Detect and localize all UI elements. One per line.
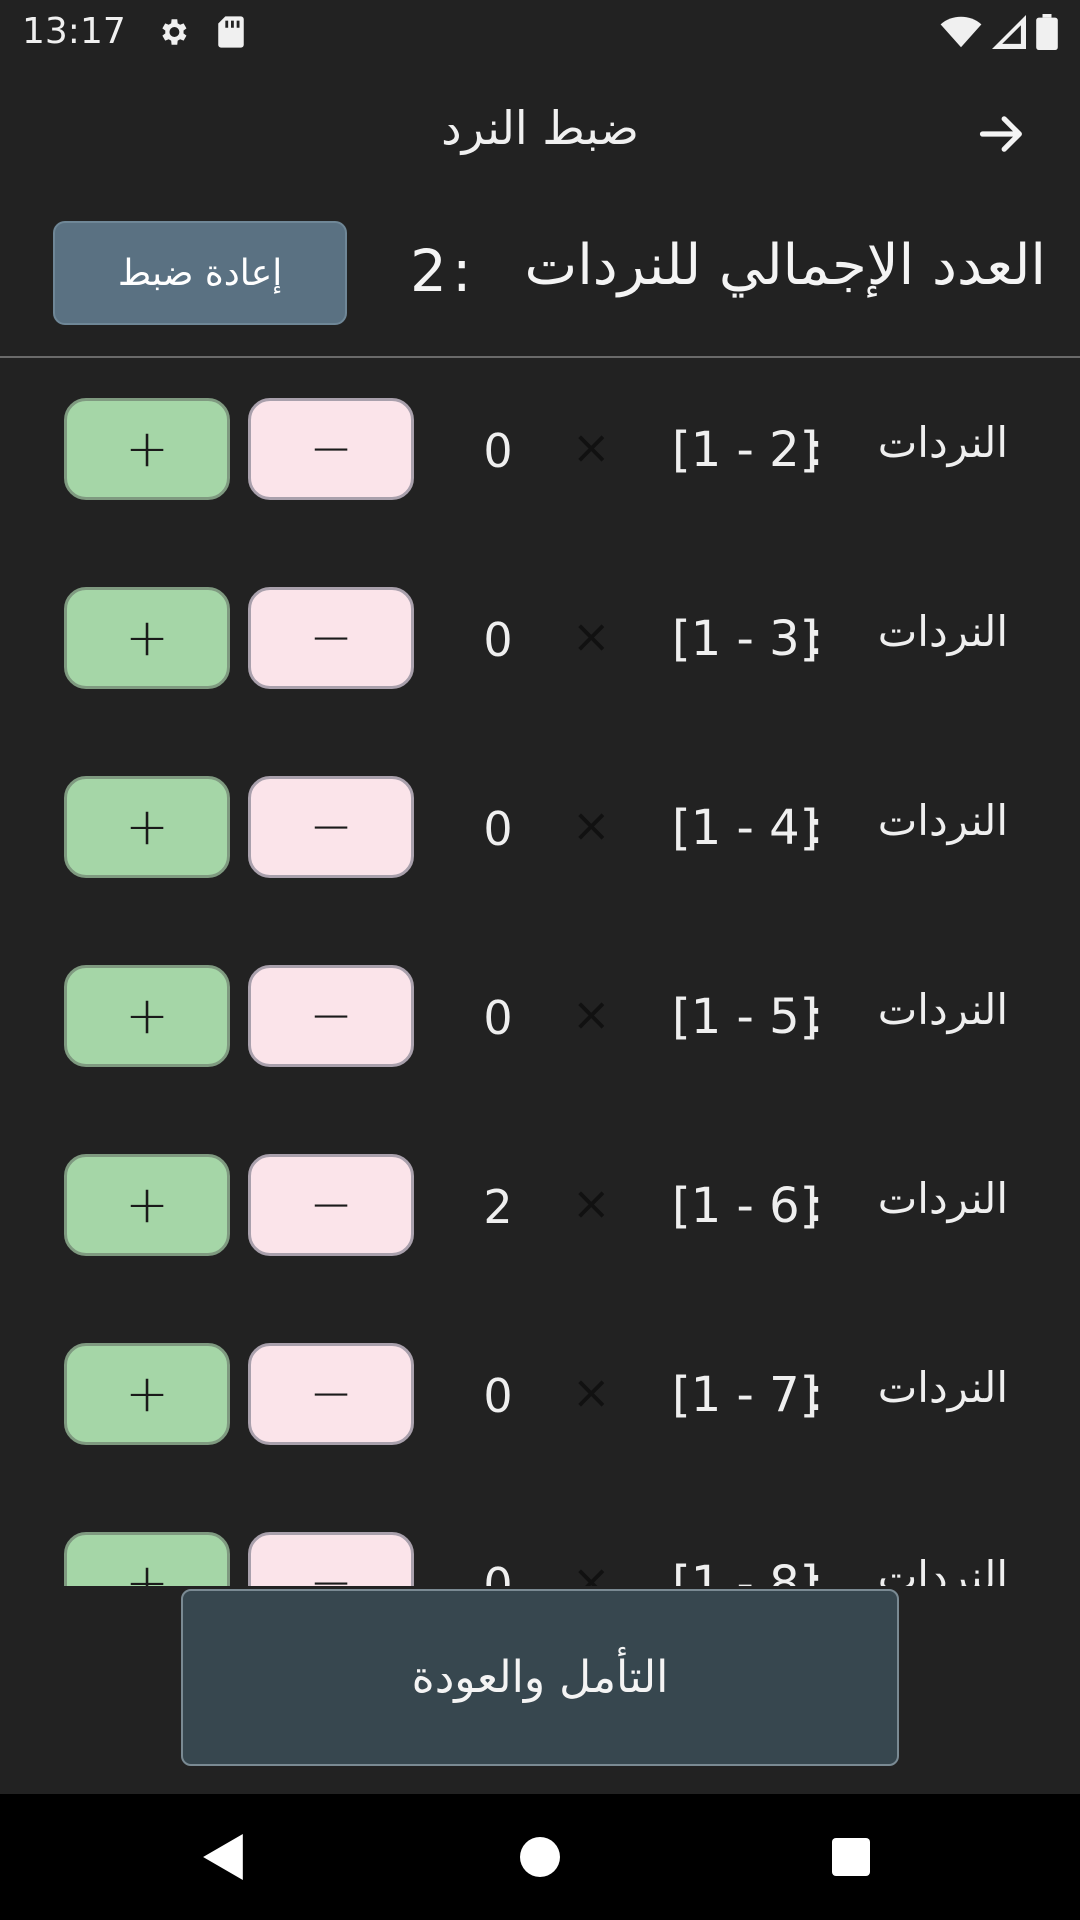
times-sign: × [572,1365,611,1419]
increment-button[interactable]: + [64,1154,230,1256]
dice-count: 0 [483,991,513,1045]
dice-row: + − 0 × [1 - 5] : النردات [0,925,1080,1114]
dice-count: 0 [483,1558,513,1586]
row-colon: : [808,611,824,665]
increment-button[interactable]: + [64,398,230,500]
nav-back-icon[interactable] [203,1834,245,1880]
total-dice-row: العدد الإجمالي للنردات : 2 إعادة ضبط [0,203,1080,353]
dice-label: النردات [877,796,1008,845]
reset-button[interactable]: إعادة ضبط [53,221,347,325]
dice-label: النردات [877,985,1008,1034]
signal-icon [992,14,1026,49]
increment-button[interactable]: + [64,1343,230,1445]
sd-card-icon [218,15,244,48]
decrement-button[interactable]: − [248,587,414,689]
dice-count: 0 [483,613,513,667]
increment-button[interactable]: + [64,1532,230,1586]
row-colon: : [808,800,824,854]
dice-list[interactable]: + − 0 × [1 - 2] : النردات + − 0 × [1 - 3… [0,358,1080,1586]
decrement-button[interactable]: − [248,776,414,878]
times-sign: × [572,1554,611,1586]
dice-label: النردات [877,1174,1008,1223]
nav-home-icon[interactable] [520,1837,560,1877]
page-title: ضبط النرد [441,101,639,155]
battery-icon [1036,13,1058,50]
status-bar: 13:17 [0,0,1080,63]
dice-count: 0 [483,802,513,856]
dice-range: [1 - 8] [672,1556,819,1586]
decrement-button[interactable]: − [248,398,414,500]
dice-count: 0 [483,1369,513,1423]
dice-range: [1 - 6] [672,1178,819,1234]
total-dice-colon: : [452,237,472,305]
dice-row: + − 2 × [1 - 6] : النردات [0,1114,1080,1303]
increment-button[interactable]: + [64,587,230,689]
dice-range: [1 - 5] [672,989,819,1045]
dice-range: [1 - 3] [672,611,819,667]
status-right-icons [940,13,1058,50]
dice-range: [1 - 7] [672,1367,819,1423]
confirm-and-return-button[interactable]: التأمل والعودة [181,1589,899,1766]
times-sign: × [572,798,611,852]
decrement-button[interactable]: − [248,965,414,1067]
wifi-icon [940,16,982,47]
dice-row: + − 0 × [1 - 2] : النردات [0,358,1080,547]
dice-count: 0 [483,424,513,478]
dice-row: + − 0 × [1 - 8] : النردات [0,1492,1080,1586]
dice-row: + − 0 × [1 - 4] : النردات [0,736,1080,925]
dice-label: النردات [877,1552,1008,1586]
row-colon: : [808,422,824,476]
app-bar: ضبط النرد [0,63,1080,203]
arrow-right-icon[interactable] [976,108,1028,160]
total-dice-label: العدد الإجمالي للنردات [524,233,1046,298]
status-left-icons [156,15,246,49]
increment-button[interactable]: + [64,965,230,1067]
times-sign: × [572,609,611,663]
decrement-button[interactable]: − [248,1154,414,1256]
row-colon: : [808,1556,824,1586]
gear-icon [162,18,187,45]
dice-count: 2 [483,1180,513,1234]
row-colon: : [808,1178,824,1232]
increment-button[interactable]: + [64,776,230,878]
times-sign: × [572,420,611,474]
dice-label: النردات [877,607,1008,656]
dice-range: [1 - 4] [672,800,819,856]
dice-label: النردات [877,1363,1008,1412]
dice-row: + − 0 × [1 - 3] : النردات [0,547,1080,736]
nav-recents-icon[interactable] [832,1838,870,1876]
dice-label: النردات [877,418,1008,467]
navigation-bar [0,1794,1080,1920]
status-time: 13:17 [22,11,126,52]
decrement-button[interactable]: − [248,1532,414,1586]
total-dice-value: 2 [410,237,447,305]
dice-row: + − 0 × [1 - 7] : النردات [0,1303,1080,1492]
dice-range: [1 - 2] [672,422,819,478]
times-sign: × [572,1176,611,1230]
decrement-button[interactable]: − [248,1343,414,1445]
times-sign: × [572,987,611,1041]
row-colon: : [808,1367,824,1421]
row-colon: : [808,989,824,1043]
